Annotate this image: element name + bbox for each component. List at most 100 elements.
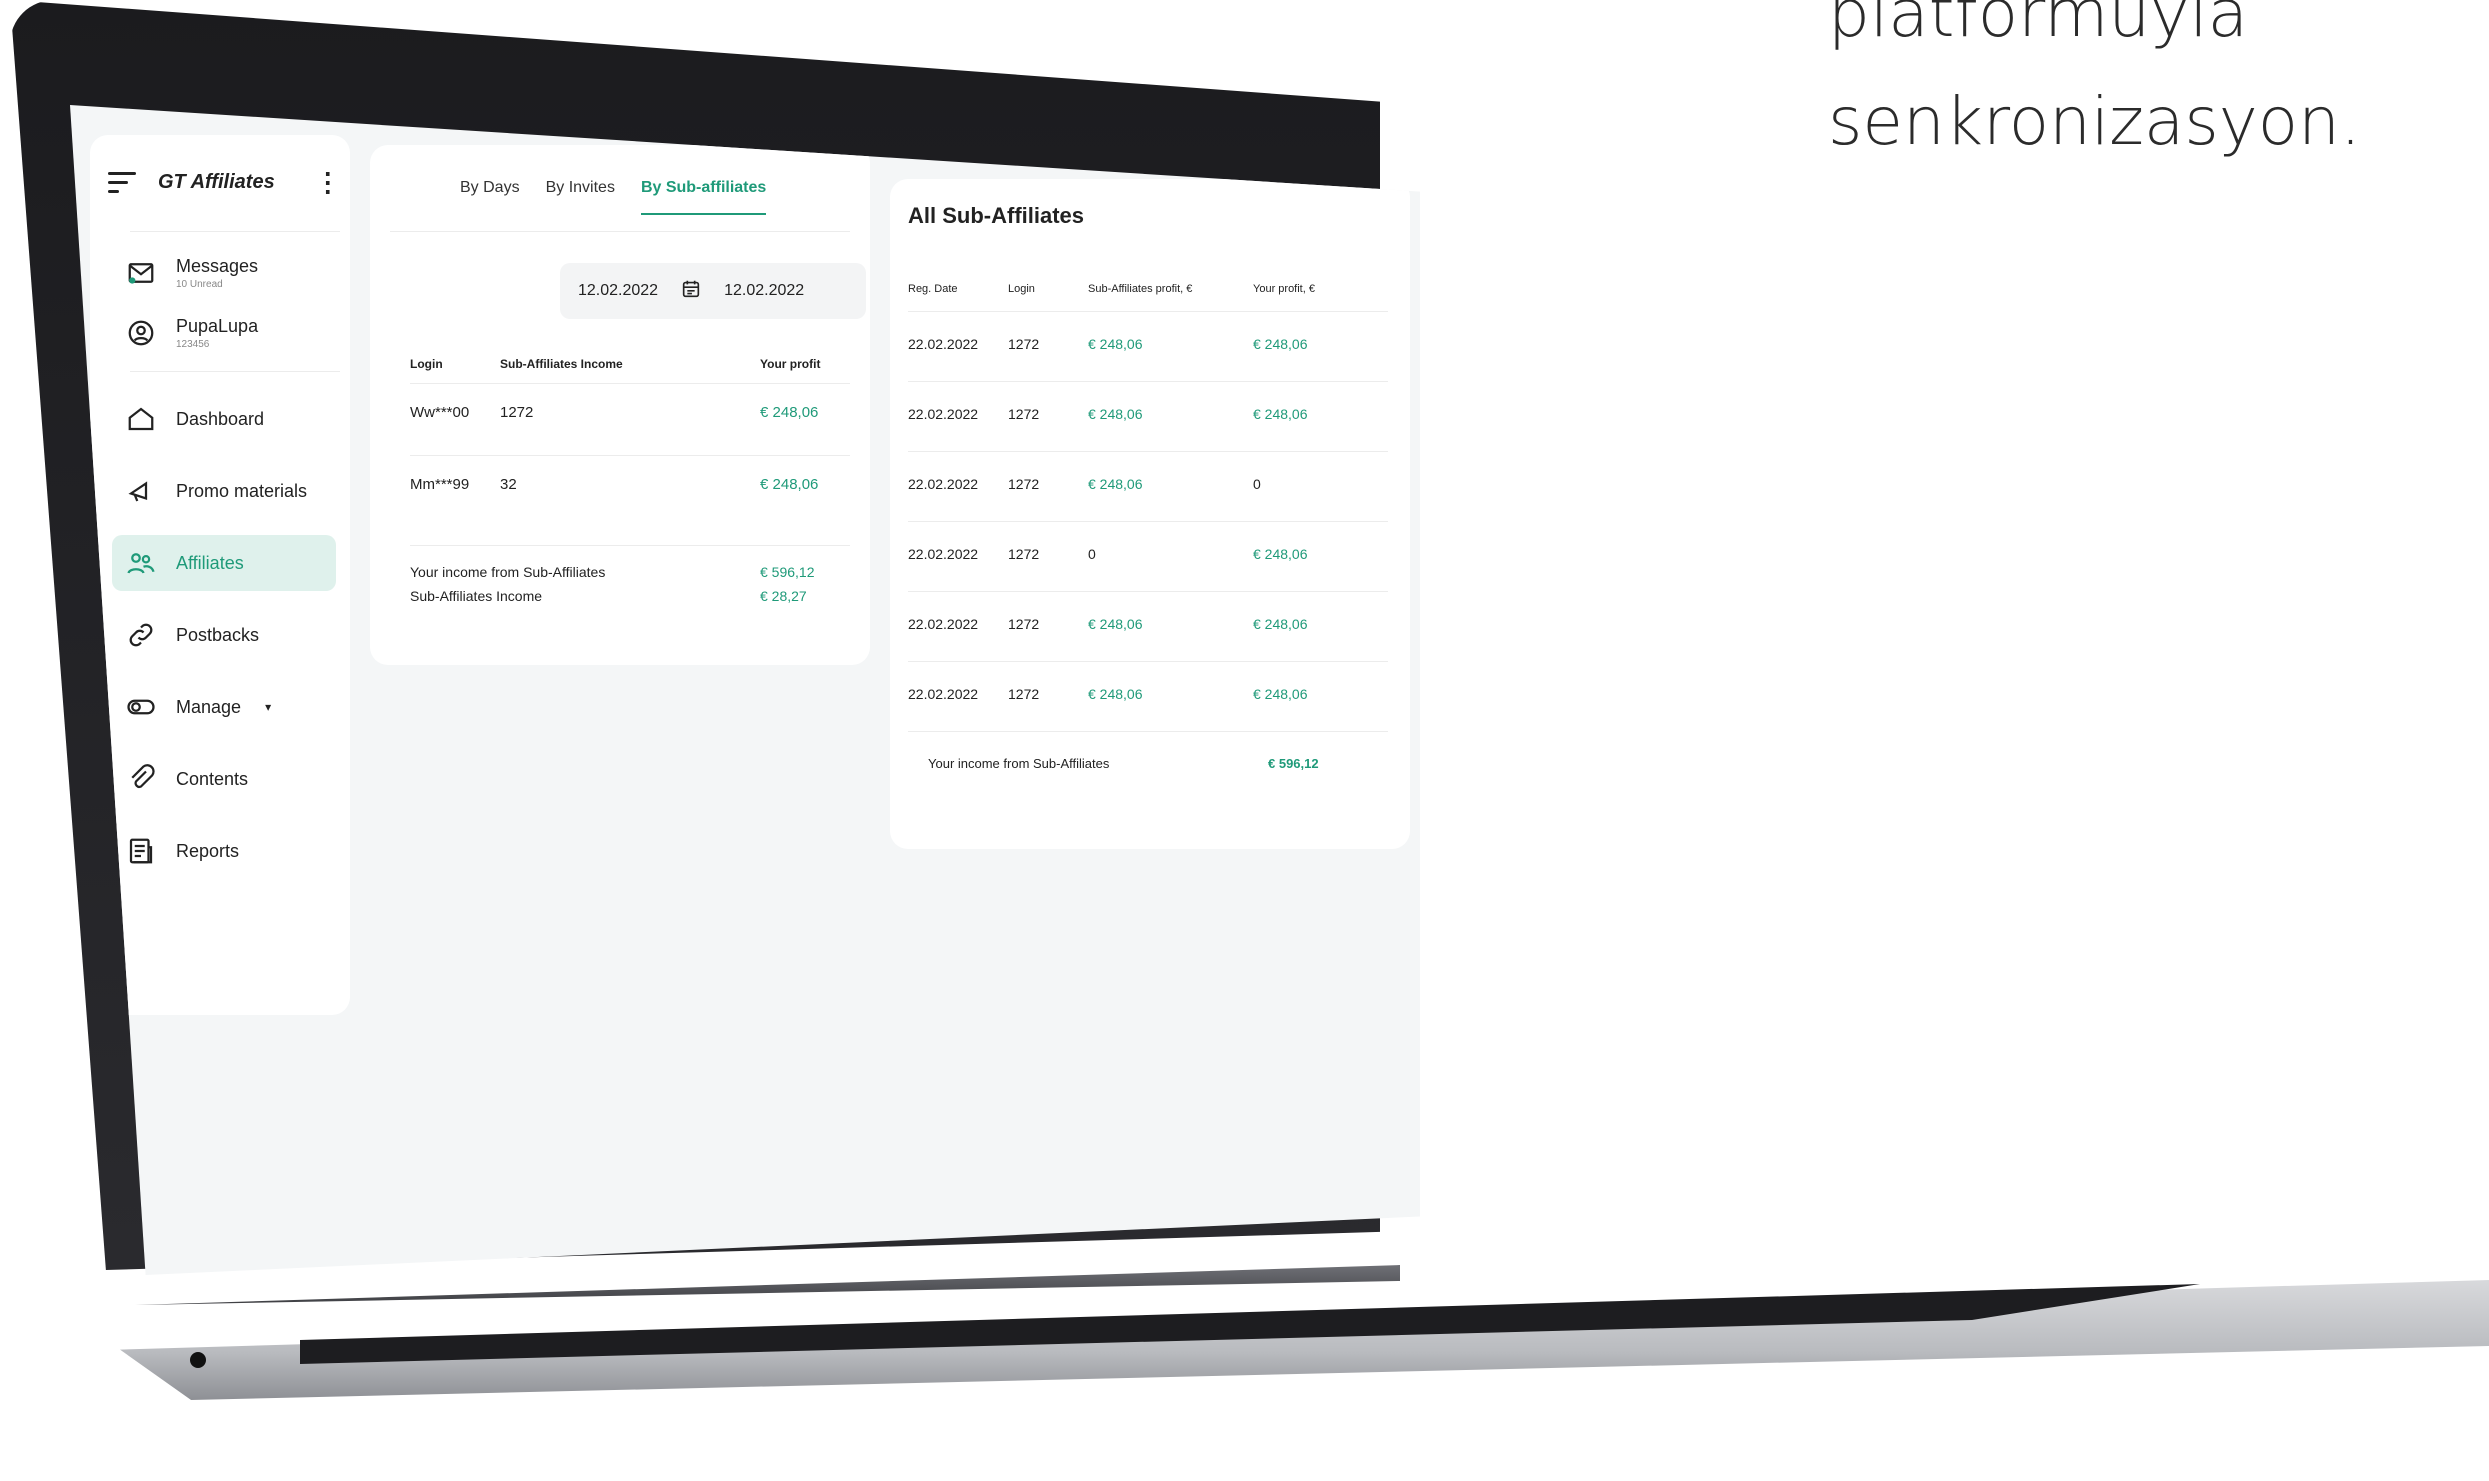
date-from[interactable]: 12.02.2022 <box>578 282 658 300</box>
all-sub-affiliates-card: All Sub-Affiliates Reg. Date Login Sub-A… <box>890 179 1410 849</box>
sidebar-item-manage[interactable]: Manage ▾ <box>112 679 283 735</box>
laptop-screen: GT Affiliates ⋮ Messages 10 Unread PupaLu… <box>70 105 1420 1275</box>
row-date: 22.02.2022 <box>908 546 979 562</box>
messages-unread: 10 Unread <box>176 279 223 290</box>
hero-line-2: senkronizasyon. <box>1828 83 2361 160</box>
link-icon <box>124 618 158 652</box>
mail-icon <box>124 256 158 290</box>
row-your-profit: € 248,06 <box>1253 336 1308 352</box>
row-profit: € 248,06 <box>760 404 819 421</box>
summary-value: € 28,27 <box>760 588 807 604</box>
row-login: Mm***99 <box>410 476 470 493</box>
col-login: Login <box>410 357 443 371</box>
sidebar-label: Affiliates <box>176 552 244 573</box>
row-sub-profit: € 248,06 <box>1088 686 1143 702</box>
divider <box>130 371 340 372</box>
col-profit: Your profit <box>760 357 821 371</box>
chevron-down-icon: ▾ <box>265 700 272 714</box>
profile-name: PupaLupa <box>176 316 259 336</box>
sidebar-item-dashboard[interactable]: Dashboard <box>112 391 276 447</box>
sidebar-label: Reports <box>176 840 240 861</box>
row-your-profit: € 248,06 <box>1253 406 1308 422</box>
tab-bar: By Days By Invites By Sub-affiliates <box>460 179 767 215</box>
summary-value: € 596,12 <box>760 564 815 580</box>
row-login: 1272 <box>1008 336 1040 352</box>
toggle-icon <box>124 690 158 724</box>
summary-label: Your income from Sub-Affiliates <box>410 564 606 580</box>
row-sub-profit: € 248,06 <box>1088 406 1143 422</box>
summary-value: € 596,12 <box>1268 756 1319 771</box>
table-row[interactable]: 22.02.2022 1272 € 248,06 € 248,06 <box>908 381 1388 452</box>
user-icon <box>124 316 158 350</box>
hero-text: platformuyla senkronizasyon. <box>1828 0 2468 176</box>
date-range-picker[interactable]: 12.02.2022 12.02.2022 <box>560 263 866 319</box>
sidebar-item-affiliates[interactable]: Affiliates <box>112 535 336 591</box>
sidebar-label: Manage <box>176 696 242 717</box>
date-to[interactable]: 12.02.2022 <box>724 282 804 300</box>
sidebar-item-postbacks[interactable]: Postbacks <box>112 607 271 663</box>
hero-line-1: platformuyla <box>1828 0 2249 52</box>
col-income: Sub-Affiliates Income <box>500 357 623 371</box>
row-login: 1272 <box>1008 686 1040 702</box>
divider <box>390 231 850 232</box>
table-row[interactable]: 22.02.2022 1272 € 248,06 € 248,06 <box>908 311 1388 382</box>
messages-label: Messages <box>176 256 259 276</box>
col-your-profit: Your profit, € <box>1253 283 1315 295</box>
sidebar-item-promo-materials[interactable]: Promo materials <box>112 463 319 519</box>
row-income: 1272 <box>500 404 534 421</box>
sidebar-item-messages[interactable]: Messages 10 Unread <box>112 245 270 301</box>
row-date: 22.02.2022 <box>908 476 979 492</box>
row-income: 32 <box>500 476 517 493</box>
laptop-hinge <box>135 1265 1400 1305</box>
row-profit: € 248,06 <box>760 476 819 493</box>
row-sub-profit: € 248,06 <box>1088 476 1143 492</box>
row-your-profit: € 248,06 <box>1253 686 1308 702</box>
row-sub-profit: € 248,06 <box>1088 336 1143 352</box>
sidebar-label: Contents <box>176 768 249 789</box>
row-your-profit: 0 <box>1253 476 1261 492</box>
tab-by-sub-affiliates[interactable]: By Sub-affiliates <box>640 179 767 215</box>
summary: Your income from Sub-Affiliates € 596,12 <box>908 731 1388 790</box>
row-login: 1272 <box>1008 406 1040 422</box>
sidebar-item-contents[interactable]: Contents <box>112 751 260 807</box>
calendar-icon[interactable] <box>680 278 702 305</box>
row-login: 1272 <box>1008 616 1040 632</box>
sidebar-item-profile[interactable]: PupaLupa 123456 <box>112 305 270 361</box>
sidebar: GT Affiliates ⋮ Messages 10 Unread PupaLu… <box>90 135 350 1015</box>
row-login: 1272 <box>1008 546 1040 562</box>
row-sub-profit: € 248,06 <box>1088 616 1143 632</box>
col-login: Login <box>1008 283 1035 295</box>
hamburger-icon[interactable] <box>108 172 136 193</box>
table-row[interactable]: Ww***00 1272 € 248,06 <box>410 383 850 444</box>
brand-name: GT Affiliates <box>158 171 275 193</box>
profile-id: 123456 <box>176 339 210 350</box>
row-date: 22.02.2022 <box>908 406 979 422</box>
table-row[interactable]: 22.02.2022 1272 0 € 248,06 <box>908 521 1388 592</box>
row-sub-profit: 0 <box>1088 546 1096 562</box>
sidebar-label: Postbacks <box>176 624 260 645</box>
sidebar-item-reports[interactable]: Reports <box>112 823 251 879</box>
paperclip-icon <box>124 762 158 796</box>
row-login: 1272 <box>1008 476 1040 492</box>
sidebar-label: Dashboard <box>176 408 265 429</box>
kebab-icon[interactable]: ⋮ <box>315 167 341 198</box>
row-date: 22.02.2022 <box>908 336 979 352</box>
tab-by-days[interactable]: By Days <box>460 179 520 197</box>
report-icon <box>124 834 158 868</box>
table-row[interactable]: 22.02.2022 1272 € 248,06 0 <box>908 451 1388 522</box>
tab-by-invites[interactable]: By Invites <box>546 179 615 197</box>
table-row[interactable]: 22.02.2022 1272 € 248,06 € 248,06 <box>908 661 1388 732</box>
sidebar-label: Promo materials <box>176 480 308 501</box>
col-reg-date: Reg. Date <box>908 283 958 295</box>
table-row[interactable]: 22.02.2022 1272 € 248,06 € 248,06 <box>908 591 1388 662</box>
card-title: All Sub-Affiliates <box>908 203 1085 228</box>
row-your-profit: € 248,06 <box>1253 546 1308 562</box>
summary-label: Sub-Affiliates Income <box>410 588 543 604</box>
table-row[interactable]: Mm***99 32 € 248,06 <box>410 455 850 516</box>
megaphone-icon <box>124 474 158 508</box>
row-date: 22.02.2022 <box>908 616 979 632</box>
sub-affiliates-card: By Days By Invites By Sub-affiliates 12.… <box>370 145 870 665</box>
col-sub-profit: Sub-Affiliates profit, € <box>1088 283 1193 295</box>
sidebar-header: GT Affiliates ⋮ <box>108 167 341 198</box>
users-icon <box>124 546 158 580</box>
